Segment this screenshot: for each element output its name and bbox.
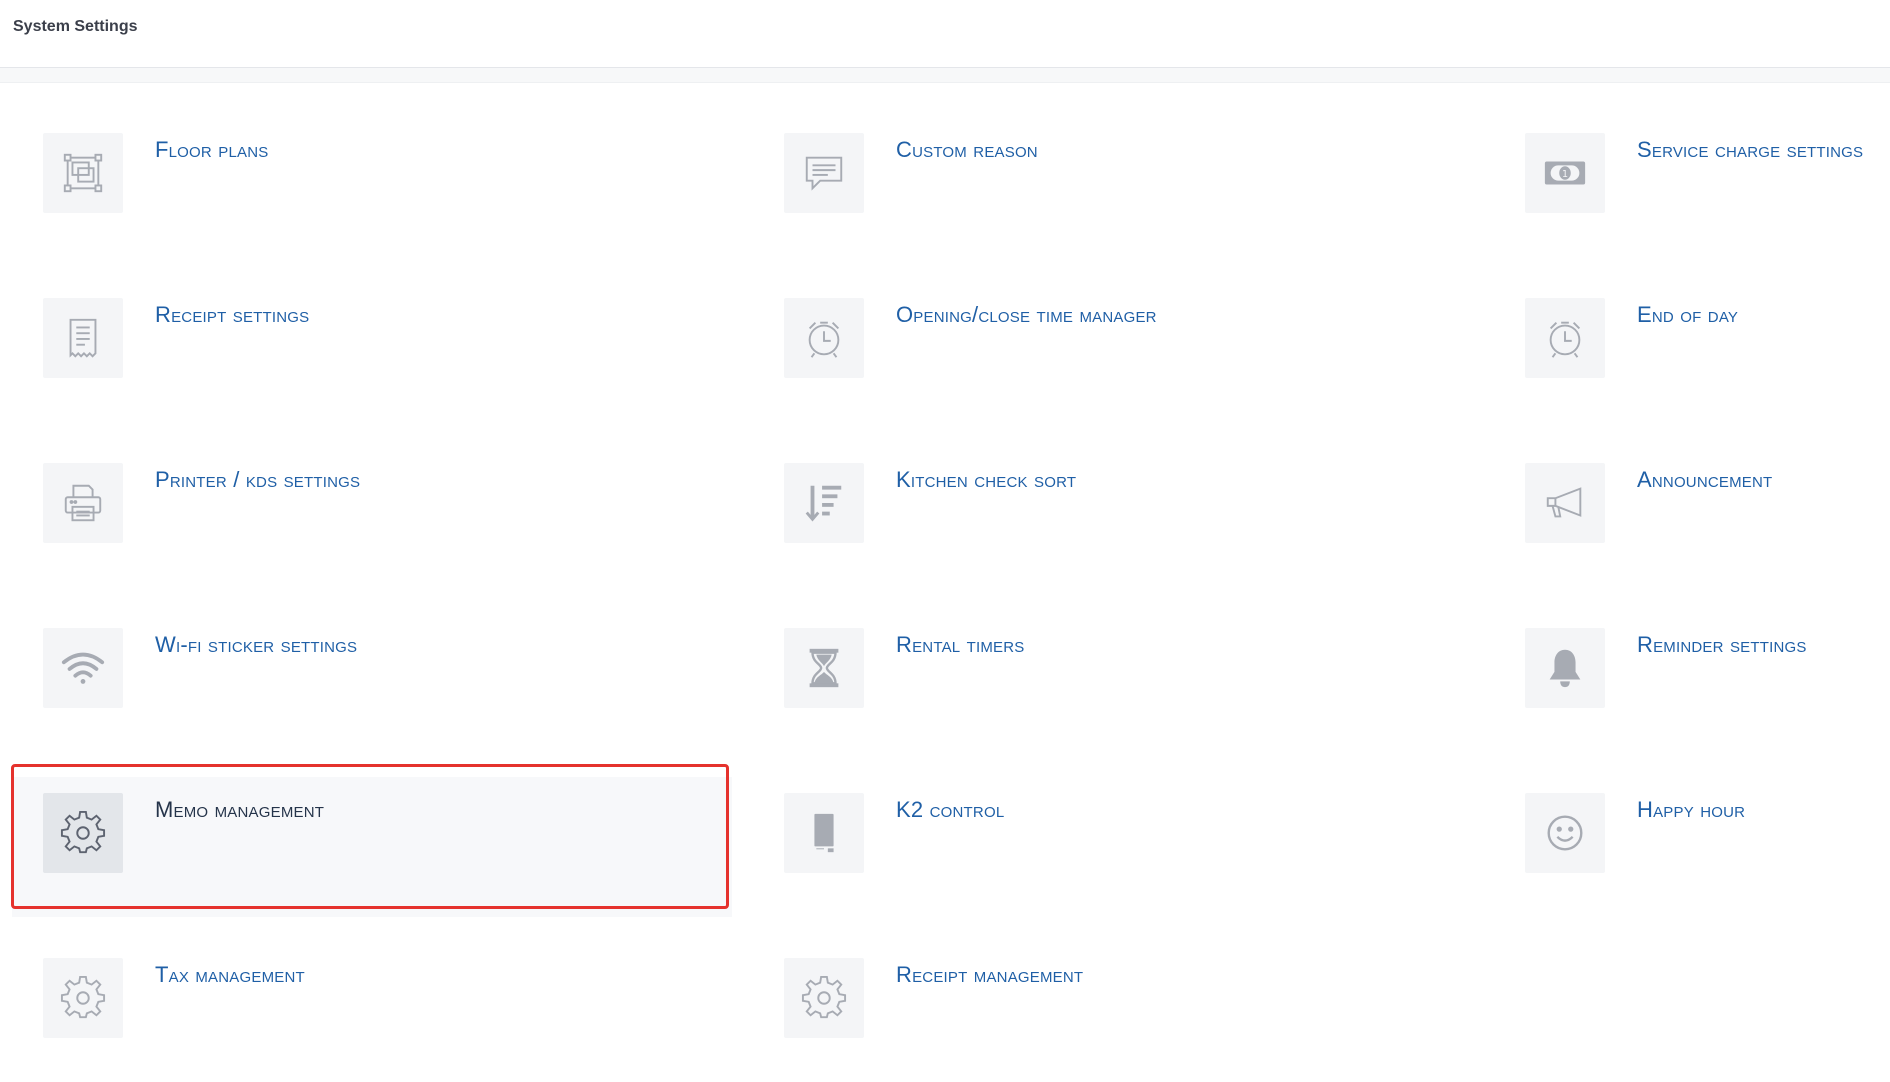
gear-icon — [784, 958, 864, 1038]
header-divider — [0, 68, 1890, 83]
printer-icon — [43, 463, 123, 543]
svg-text:1: 1 — [1562, 169, 1568, 180]
happy-hour-label: Happy hour — [1637, 797, 1746, 822]
rental-timers-item[interactable]: Rental timers — [753, 612, 1473, 752]
wifi-icon — [43, 628, 123, 708]
hourglass-icon — [784, 628, 864, 708]
money-icon: 1 — [1525, 133, 1605, 213]
custom-reason-label: Custom reason — [896, 137, 1038, 162]
opening-close-time-manager-label: Opening/close time manager — [896, 302, 1157, 327]
alarm-clock-icon — [1525, 298, 1605, 378]
tax-management-label: Tax management — [155, 962, 305, 987]
memo-management-label: Memo management — [155, 797, 325, 822]
k2-control-item[interactable]: K2 control — [753, 777, 1473, 917]
end-of-day-label: End of day — [1637, 302, 1739, 327]
floor-plans-item[interactable]: Floor plans — [12, 117, 732, 257]
message-icon — [784, 133, 864, 213]
receipt-icon — [43, 298, 123, 378]
printer-kds-settings-label: Printer / kds settings — [155, 467, 361, 492]
reminder-settings-label: Reminder settings — [1637, 632, 1807, 657]
page-title: System Settings — [13, 18, 138, 35]
gear-icon — [43, 793, 123, 873]
sort-icon — [784, 463, 864, 543]
wifi-sticker-settings-label: Wi-fi sticker settings — [155, 632, 358, 657]
end-of-day-item[interactable]: End of day — [1494, 282, 1890, 422]
kitchen-check-sort-item[interactable]: Kitchen check sort — [753, 447, 1473, 587]
alarm-clock-icon — [784, 298, 864, 378]
megaphone-icon — [1525, 463, 1605, 543]
receipt-management-item[interactable]: Receipt management — [753, 942, 1473, 1082]
happy-hour-item[interactable]: Happy hour — [1494, 777, 1890, 917]
memo-management-item[interactable]: Memo management — [12, 777, 732, 917]
tax-management-item[interactable]: Tax management — [12, 942, 732, 1082]
receipt-management-label: Receipt management — [896, 962, 1084, 987]
rental-timers-label: Rental timers — [896, 632, 1025, 657]
bell-icon — [1525, 628, 1605, 708]
service-charge-settings-label: Service charge settings — [1637, 137, 1864, 162]
top-bar: System Settings — [0, 0, 1890, 68]
wifi-sticker-settings-item[interactable]: Wi-fi sticker settings — [12, 612, 732, 752]
smiley-icon — [1525, 793, 1605, 873]
floor-plan-icon — [43, 133, 123, 213]
kitchen-check-sort-label: Kitchen check sort — [896, 467, 1077, 492]
service-charge-settings-item[interactable]: 1 Service charge settings — [1494, 117, 1890, 257]
reminder-settings-item[interactable]: Reminder settings — [1494, 612, 1890, 752]
receipt-settings-label: Receipt settings — [155, 302, 310, 327]
k2-control-label: K2 control — [896, 797, 1005, 822]
receipt-settings-item[interactable]: Receipt settings — [12, 282, 732, 422]
announcement-item[interactable]: Announcement — [1494, 447, 1890, 587]
gear-icon — [43, 958, 123, 1038]
printer-kds-settings-item[interactable]: Printer / kds settings — [12, 447, 732, 587]
floor-plans-label: Floor plans — [155, 137, 269, 162]
device-icon — [784, 793, 864, 873]
custom-reason-item[interactable]: Custom reason — [753, 117, 1473, 257]
announcement-label: Announcement — [1637, 467, 1773, 492]
opening-close-time-manager-item[interactable]: Opening/close time manager — [753, 282, 1473, 422]
